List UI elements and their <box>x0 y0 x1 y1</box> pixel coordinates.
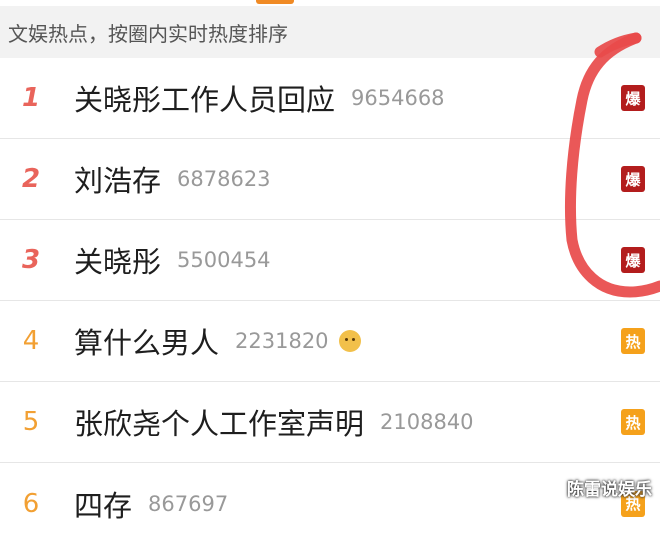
heat-count: 2231820 <box>235 329 329 353</box>
list-item[interactable]: 4 算什么男人 2231820 热 <box>0 301 660 382</box>
header-text: 文娱热点，按圈内实时热度排序 <box>8 21 288 46</box>
topic-title[interactable]: 刘浩存 <box>74 158 161 200</box>
active-tab-indicator <box>256 0 294 4</box>
list-item[interactable]: 5 张欣尧个人工作室声明 2108840 热 <box>0 382 660 463</box>
hot-search-list: 1 关晓彤工作人员回应 9654668 爆 2 刘浩存 6878623 爆 3 … <box>0 58 660 544</box>
heat-count: 9654668 <box>351 86 445 110</box>
warm-badge: 热 <box>621 409 645 435</box>
hot-badge: 爆 <box>621 166 645 192</box>
list-item[interactable]: 1 关晓彤工作人员回应 9654668 爆 <box>0 58 660 139</box>
topic-title[interactable]: 算什么男人 <box>74 320 219 362</box>
rank-number: 4 <box>22 326 40 356</box>
rank-number: 3 <box>21 245 41 275</box>
rank-number: 5 <box>22 407 40 437</box>
doge-emoji-icon <box>338 330 361 352</box>
warm-badge: 热 <box>621 328 645 354</box>
heat-count: 5500454 <box>177 248 271 272</box>
hot-badge: 爆 <box>621 85 645 111</box>
hot-badge: 爆 <box>621 247 645 273</box>
topic-title[interactable]: 关晓彤工作人员回应 <box>74 77 335 119</box>
topic-title[interactable]: 关晓彤 <box>74 239 161 281</box>
list-item[interactable]: 2 刘浩存 6878623 爆 <box>0 139 660 220</box>
topic-title[interactable]: 张欣尧个人工作室声明 <box>74 401 364 443</box>
heat-count: 2108840 <box>380 410 474 434</box>
section-header: 文娱热点，按圈内实时热度排序 <box>0 6 660 58</box>
watermark: 陈雷说娱乐 <box>567 480 652 500</box>
rank-number: 2 <box>21 164 41 194</box>
rank-number: 1 <box>21 83 41 113</box>
list-item[interactable]: 3 关晓彤 5500454 爆 <box>0 220 660 301</box>
heat-count: 6878623 <box>177 167 271 191</box>
